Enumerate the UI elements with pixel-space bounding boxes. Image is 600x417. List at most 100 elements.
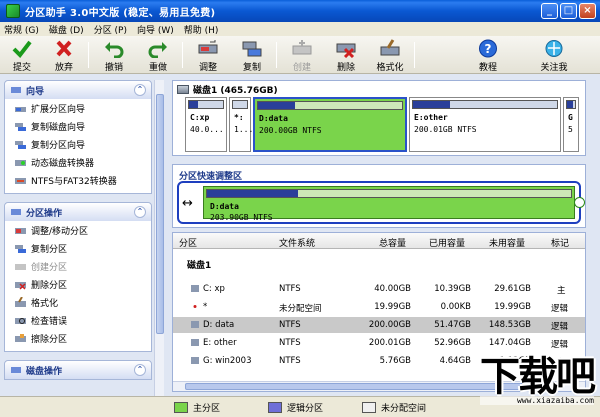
partition-name: E:other — [414, 113, 448, 122]
partition-name: D:data — [259, 114, 288, 123]
sidebar-item-resize-move[interactable]: 调整/移动分区 — [5, 221, 151, 239]
table-row[interactable]: * 未分配空间 19.99GB 0.00KB 19.99GB 逻辑 — [173, 299, 585, 315]
left-pane: 向导 ⌃ 扩展分区向导 复制磁盘向导 复制分区向导 动态磁盘转换器 NTFS与F… — [4, 80, 164, 410]
sidebar-item-copy-disk-wizard[interactable]: 复制磁盘向导 — [5, 117, 151, 135]
unallocated-swatch — [362, 402, 376, 413]
table-row-selected[interactable]: D: data NTFS 200.00GB 51.47GB 148.53GB 逻… — [173, 317, 585, 333]
maximize-button[interactable]: □ — [560, 3, 577, 19]
column-flag[interactable]: 标记 — [551, 236, 569, 249]
collapse-chevron-icon[interactable]: ⌃ — [134, 206, 146, 218]
tutorial-label: 教程 — [478, 63, 497, 73]
column-used[interactable]: 已用容量 — [429, 236, 465, 249]
undo-label: 撤销 — [104, 63, 123, 73]
wizard-panel-header[interactable]: 向导 ⌃ — [5, 81, 151, 99]
partition-block-unallocated[interactable]: *: 1... — [229, 97, 253, 152]
sidebar-item-dynamic-disk-converter[interactable]: 动态磁盘转换器 — [5, 153, 151, 171]
sidebar-scrollbar[interactable] — [154, 80, 164, 410]
usage-bar — [257, 101, 403, 110]
menu-general[interactable]: 常规 (G) — [4, 23, 39, 36]
menu-disk[interactable]: 磁盘 (D) — [49, 23, 84, 36]
commit-button[interactable]: 提交 — [2, 39, 42, 73]
sidebar-item-wipe-partition[interactable]: 擦除分区 — [5, 329, 151, 347]
create-button[interactable]: 创建 — [282, 39, 322, 73]
logical-swatch — [268, 402, 282, 413]
ntfs-fat32-icon — [15, 177, 26, 184]
left-resize-handle[interactable]: ↔ — [182, 197, 193, 210]
copy-label: 复制 — [242, 63, 261, 73]
right-resize-handle[interactable] — [574, 197, 585, 208]
wizard-panel-title: 向导 — [26, 86, 45, 97]
quick-resize-box[interactable]: ↔ D:data 203.90GB NTFS — [177, 181, 585, 224]
table-row[interactable]: C: xp NTFS 40.00GB 10.39GB 29.61GB 主 — [173, 281, 585, 297]
table-header: 分区 文件系统 总容量 已用容量 未用容量 标记 — [173, 233, 585, 249]
hard-disk-icon — [177, 85, 189, 94]
right-pane: 磁盘1 (465.76GB) C:xp 40.0... *: 1... D:da… — [172, 80, 596, 392]
partition-ops-panel-header[interactable]: 分区操作 ⌃ — [5, 203, 151, 221]
partition-block-g[interactable]: G 5 — [563, 97, 579, 152]
collapse-chevron-icon[interactable]: ⌃ — [134, 84, 146, 96]
partition-block-e[interactable]: E:other 200.01GB NTFS — [409, 97, 561, 152]
menu-partition[interactable]: 分区 (P) — [94, 23, 127, 36]
column-total[interactable]: 总容量 — [379, 236, 406, 249]
partition-info: 200.01GB NTFS — [414, 125, 477, 134]
app-icon — [6, 4, 20, 18]
partition-row-icon — [191, 339, 199, 346]
disk-ops-panel-header[interactable]: 磁盘操作 ⌃ — [5, 361, 151, 379]
window-title: 分区助手 3.0中文版 (稳定、易用且免费) — [25, 7, 216, 19]
copy-icon — [242, 41, 262, 57]
sidebar-item-copy-partition-wizard[interactable]: 复制分区向导 — [5, 135, 151, 153]
wizard-icon — [11, 87, 21, 93]
discard-button[interactable]: 放弃 — [44, 39, 84, 73]
column-partition[interactable]: 分区 — [179, 236, 197, 249]
format-button[interactable]: 格式化 — [370, 39, 410, 73]
sidebar-item-copy-partition[interactable]: 复制分区 — [5, 239, 151, 257]
column-free[interactable]: 未用容量 — [489, 236, 525, 249]
sidebar-item-create-partition[interactable]: 创建分区 — [5, 257, 151, 275]
title-bar[interactable]: 分区助手 3.0中文版 (稳定、易用且免费) _ □ × — [0, 0, 600, 22]
resize-button[interactable]: 调整 — [188, 39, 228, 73]
menu-help[interactable]: 帮助 (H) — [184, 23, 219, 36]
tutorial-button[interactable]: ? 教程 — [468, 39, 508, 73]
follow-button[interactable]: 关注我 — [530, 39, 578, 73]
resize-partition-block[interactable]: D:data 203.90GB NTFS — [203, 186, 575, 222]
usage-bar — [206, 189, 572, 198]
partition-block-d-selected[interactable]: D:data 200.00GB NTFS — [253, 97, 407, 152]
partition-block-c[interactable]: C:xp 40.0... — [185, 97, 227, 152]
sidebar-item-ntfs-fat32-converter[interactable]: NTFS与FAT32转换器 — [5, 171, 151, 189]
legend-primary-label: 主分区 — [193, 404, 221, 414]
undo-button[interactable]: 撤销 — [94, 39, 134, 73]
sidebar-item-check-errors[interactable]: 检查错误 — [5, 311, 151, 329]
partition-name: C:xp — [190, 113, 210, 122]
sidebar-item-delete-partition[interactable]: 删除分区 — [5, 275, 151, 293]
toolbar: 提交 放弃 撤销 重做 调整 复制 创建 删除 格式化 ? 教程 关注我 — [0, 36, 600, 74]
resize-partition-name: D:data — [210, 202, 239, 211]
collapse-chevron-icon[interactable]: ⌃ — [134, 364, 146, 376]
table-row[interactable]: E: other NTFS 200.01GB 52.96GB 147.04GB … — [173, 335, 585, 351]
redo-icon — [148, 42, 167, 58]
partition-info: 5 — [568, 125, 573, 134]
sidebar-scroll-thumb[interactable] — [156, 94, 164, 334]
usage-bar — [412, 100, 558, 109]
menu-wizard[interactable]: 向导 (W) — [137, 23, 174, 36]
partition-ops-panel: 分区操作 ⌃ 调整/移动分区 复制分区 创建分区 删除分区 格式化 检查错误 擦… — [4, 202, 152, 352]
copy-button[interactable]: 复制 — [232, 39, 272, 73]
sidebar-item-extend-wizard[interactable]: 扩展分区向导 — [5, 99, 151, 117]
delete-button[interactable]: 删除 — [326, 39, 366, 73]
resize-label: 调整 — [198, 63, 217, 73]
minimize-button[interactable]: _ — [541, 3, 558, 19]
partition-info: 200.00GB NTFS — [259, 126, 322, 135]
discard-label: 放弃 — [54, 63, 73, 73]
sidebar-item-format[interactable]: 格式化 — [5, 293, 151, 311]
unallocated-row-icon — [193, 305, 197, 308]
disk-map-panel: 磁盘1 (465.76GB) C:xp 40.0... *: 1... D:da… — [172, 80, 586, 156]
follow-label: 关注我 — [540, 63, 568, 73]
delete-partition-icon — [15, 281, 26, 290]
disk-label-text: 磁盘1 (465.76GB) — [193, 86, 278, 96]
disk-label[interactable]: 磁盘1 (465.76GB) — [177, 83, 278, 96]
disk-ops-panel: 磁盘操作 ⌃ — [4, 360, 152, 380]
close-button[interactable]: × — [579, 3, 596, 19]
wipe-partition-icon — [15, 333, 26, 342]
column-filesystem[interactable]: 文件系统 — [279, 236, 315, 249]
redo-button[interactable]: 重做 — [138, 39, 178, 73]
usage-bar — [232, 100, 248, 109]
